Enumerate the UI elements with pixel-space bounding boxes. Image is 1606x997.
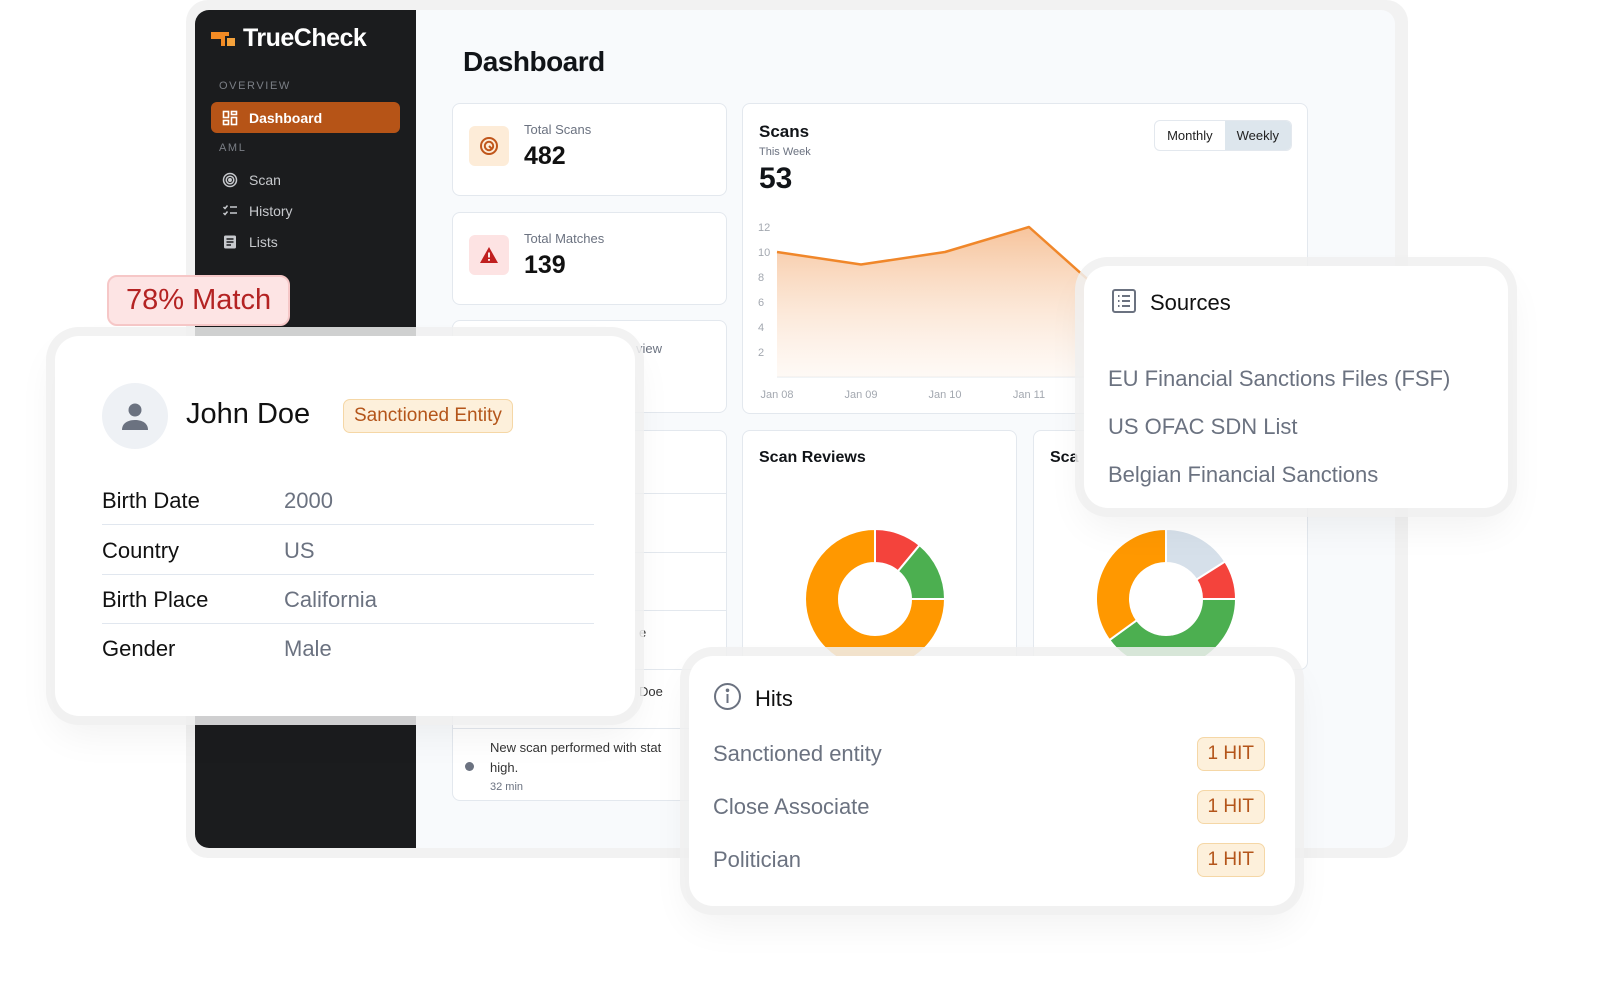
stat-label: Total Scans — [524, 122, 592, 137]
entity-type-tag: Sanctioned Entity — [343, 399, 513, 433]
logo[interactable]: TrueCheck — [211, 24, 367, 53]
stat-label: Total Matches — [524, 231, 605, 246]
chart-subtitle: This Week — [759, 146, 811, 158]
sidebar-item-lists[interactable]: Lists — [211, 226, 400, 257]
truecheck-logo-icon — [211, 29, 239, 49]
toggle-monthly[interactable]: Monthly — [1155, 121, 1225, 150]
scan-reviews-card: Scan Reviews — [742, 430, 1017, 670]
field-row-birth-date: Birth Date 2000 — [102, 475, 594, 525]
section-label-overview: OVERVIEW — [219, 80, 291, 92]
y-tick-label: 6 — [758, 297, 764, 309]
sidebar-item-history[interactable]: History — [211, 195, 400, 226]
warning-triangle-icon — [469, 235, 509, 275]
hit-count-badge: 1 HIT — [1196, 843, 1265, 877]
list-icon — [1112, 289, 1136, 313]
chart-total: 53 — [759, 162, 793, 195]
activity-text-2: high. — [490, 760, 519, 775]
x-tick-label: Jan 09 — [844, 389, 877, 401]
area-fill — [777, 227, 1113, 377]
stat-value: 482 — [524, 142, 566, 170]
stat-card-total-scans[interactable]: Total Scans 482 — [452, 103, 727, 196]
stat-label: view — [636, 341, 663, 356]
hit-label: Sanctioned entity — [713, 741, 882, 766]
donut-title: Sca — [1050, 449, 1079, 466]
hit-row-politician: Politician 1 HIT — [713, 843, 1265, 879]
hit-label: Close Associate — [713, 794, 870, 819]
x-tick-label: Jan 11 — [1013, 389, 1045, 401]
target-icon — [469, 126, 509, 166]
field-value: California — [284, 587, 377, 612]
target-scan-icon — [222, 172, 238, 187]
field-label: Birth Date — [102, 488, 200, 513]
source-item: EU Financial Sanctions Files (FSF) — [1108, 366, 1451, 391]
sidebar-item-label: Dashboard — [249, 109, 323, 126]
toggle-weekly[interactable]: Weekly — [1224, 121, 1291, 150]
match-score-badge: 78% Match — [107, 275, 291, 326]
field-label: Country — [102, 538, 180, 563]
dashboard-grid-icon — [222, 110, 238, 125]
field-row-birth-place: Birth Place California — [102, 574, 594, 624]
x-tick-label: Jan 10 — [928, 389, 961, 401]
donut-title: Scan Reviews — [759, 449, 866, 466]
activity-text: New scan performed with stat — [490, 740, 662, 755]
field-label: Gender — [102, 636, 176, 661]
avatar — [102, 383, 168, 449]
y-tick-label: 12 — [758, 222, 770, 234]
x-tick-label: Jan 08 — [760, 389, 793, 401]
person-icon — [122, 403, 148, 430]
stat-card-total-matches[interactable]: Total Matches 139 — [452, 212, 727, 305]
sources-card: Sources EU Financial Sanctions Files (FS… — [1084, 266, 1508, 508]
source-item: US OFAC SDN List — [1108, 414, 1298, 439]
hit-row-close-associate: Close Associate 1 HIT — [713, 790, 1265, 826]
y-tick-label: 8 — [758, 272, 764, 284]
donut-slice-orange — [1096, 529, 1167, 642]
y-tick-label: 4 — [758, 322, 764, 334]
sidebar-item-scan[interactable]: Scan — [211, 164, 400, 195]
chart-title: Scans — [759, 122, 810, 141]
status-dot-icon — [465, 762, 474, 771]
checklist-icon — [222, 204, 237, 216]
activity-time: 32 min — [490, 781, 524, 793]
activity-text: Doe — [639, 684, 663, 699]
sidebar-item-dashboard[interactable]: Dashboard — [211, 102, 400, 133]
stat-value: 139 — [524, 251, 566, 279]
info-icon — [714, 683, 741, 710]
scan-reviews-donut — [805, 529, 947, 669]
document-list-icon — [224, 235, 236, 248]
field-value: US — [284, 538, 315, 563]
scans-status-donut — [1096, 529, 1238, 669]
page-title: Dashboard — [463, 46, 605, 77]
section-label-aml: AML — [219, 142, 247, 154]
field-label: Birth Place — [102, 587, 209, 612]
y-tick-label: 2 — [758, 347, 764, 359]
period-toggle: Monthly Weekly — [1154, 120, 1292, 151]
sources-title: Sources — [1150, 290, 1231, 315]
field-row-gender: Gender Male — [102, 623, 594, 673]
activity-row: New scan performed with stat high. 32 mi… — [453, 729, 726, 800]
sidebar-item-label: History — [249, 202, 293, 219]
field-value: Male — [284, 636, 332, 661]
sidebar-item-label: Lists — [249, 233, 278, 250]
person-card: John Doe Sanctioned Entity Birth Date 20… — [55, 336, 635, 716]
hits-title: Hits — [755, 686, 793, 711]
field-value: 2000 — [284, 488, 333, 513]
field-row-country: Country US — [102, 525, 594, 575]
activity-text: e — [639, 625, 647, 640]
hits-card: Hits Sanctioned entity 1 HIT Close Assoc… — [689, 656, 1295, 906]
hit-row-sanctioned-entity: Sanctioned entity 1 HIT — [713, 737, 1265, 773]
hit-label: Politician — [713, 847, 802, 872]
hit-count-badge: 1 HIT — [1196, 737, 1265, 771]
sidebar-item-label: Scan — [249, 171, 281, 188]
brand-name: TrueCheck — [243, 24, 367, 52]
person-name: John Doe — [186, 398, 311, 430]
source-item: Belgian Financial Sanctions — [1108, 462, 1379, 487]
y-tick-label: 10 — [758, 247, 770, 259]
hit-count-badge: 1 HIT — [1196, 790, 1265, 824]
